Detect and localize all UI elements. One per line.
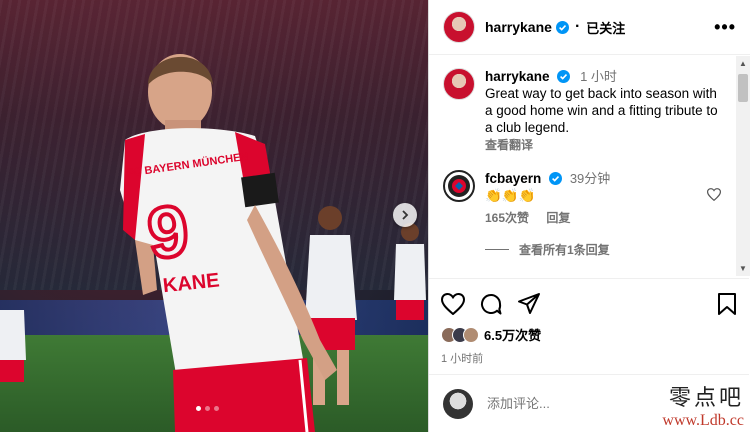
fcbayern-avatar[interactable] bbox=[443, 170, 475, 202]
comment-likes[interactable]: 165次赞 bbox=[485, 211, 529, 225]
caption-avatar[interactable] bbox=[443, 68, 475, 100]
carousel-dot bbox=[205, 406, 210, 411]
comment-reply-button[interactable]: 回复 bbox=[546, 211, 570, 225]
more-options-icon[interactable]: ••• bbox=[714, 17, 736, 38]
background-player bbox=[0, 310, 26, 382]
comment-text: 👏👏👏 bbox=[485, 188, 536, 203]
post-actions: 6.5万次赞 1 小时前 bbox=[429, 278, 749, 366]
post-time: 1 小时前 bbox=[441, 353, 484, 365]
author-username[interactable]: harrykane bbox=[485, 19, 552, 35]
scroll-down-arrow-icon[interactable]: ▼ bbox=[739, 265, 747, 273]
view-replies-button[interactable]: 查看所有1条回复 bbox=[429, 227, 749, 258]
caption-text: Great way to get back into season with a… bbox=[485, 86, 718, 135]
carousel-dot bbox=[214, 406, 219, 411]
caption-time: 1 小时 bbox=[580, 69, 617, 84]
caption: harrykane 1 小时 Great way to get back int… bbox=[429, 56, 749, 154]
comment-item: fcbayern 39分钟 👏👏👏 165次赞 回复 bbox=[429, 154, 749, 227]
carousel-next-button[interactable] bbox=[393, 203, 417, 227]
scroll-up-arrow-icon[interactable]: ▲ bbox=[739, 60, 747, 68]
see-translation-link[interactable]: 查看翻译 bbox=[485, 137, 725, 154]
comment-icon[interactable] bbox=[479, 292, 503, 316]
watermark-cn: 零点吧 bbox=[668, 386, 744, 411]
post-sidebar: harrykane · 已关注 ••• harrykane 1 小时 Great… bbox=[428, 0, 750, 432]
save-bookmark-icon[interactable] bbox=[717, 293, 737, 315]
likes-count[interactable]: 6.5万次赞 bbox=[484, 325, 541, 344]
background-player bbox=[394, 223, 426, 320]
following-button[interactable]: 已关注 bbox=[586, 18, 625, 37]
current-user-avatar bbox=[443, 388, 473, 419]
view-replies-label: 查看所有1条回复 bbox=[519, 243, 610, 257]
verified-badge-icon bbox=[557, 70, 571, 83]
caption-username[interactable]: harrykane bbox=[485, 69, 550, 84]
like-heart-icon[interactable] bbox=[441, 293, 465, 315]
watermark: 零点吧 www.Ldb.cc bbox=[662, 380, 744, 430]
post-photo[interactable]: FC BAYERN MÜNCHEN 9 KANE bbox=[0, 0, 428, 432]
heart-icon[interactable] bbox=[707, 188, 721, 201]
separator-dot: · bbox=[574, 18, 581, 35]
add-comment-input[interactable] bbox=[487, 396, 687, 411]
likes-row[interactable]: 6.5万次赞 bbox=[441, 325, 737, 344]
author-avatar[interactable] bbox=[443, 11, 475, 43]
scrollbar-thumb[interactable] bbox=[738, 74, 748, 102]
liker-avatar bbox=[463, 326, 479, 343]
chevron-right-icon bbox=[402, 210, 409, 220]
comments-list: harrykane 1 小时 Great way to get back int… bbox=[429, 56, 749, 276]
watermark-url: www.Ldb.cc bbox=[662, 412, 744, 429]
verified-badge-icon bbox=[555, 20, 569, 34]
share-icon[interactable] bbox=[517, 292, 541, 316]
comment-username[interactable]: fcbayern bbox=[485, 171, 541, 186]
reply-line bbox=[485, 249, 509, 250]
post-header: harrykane · 已关注 ••• bbox=[429, 0, 750, 55]
carousel-dot bbox=[196, 406, 201, 411]
carousel-indicator bbox=[196, 406, 219, 411]
comment-time: 39分钟 bbox=[569, 171, 611, 186]
player-kane: FC BAYERN MÜNCHEN 9 KANE bbox=[120, 54, 337, 432]
verified-badge-icon bbox=[549, 172, 563, 185]
jersey-number: 9 bbox=[144, 191, 192, 275]
